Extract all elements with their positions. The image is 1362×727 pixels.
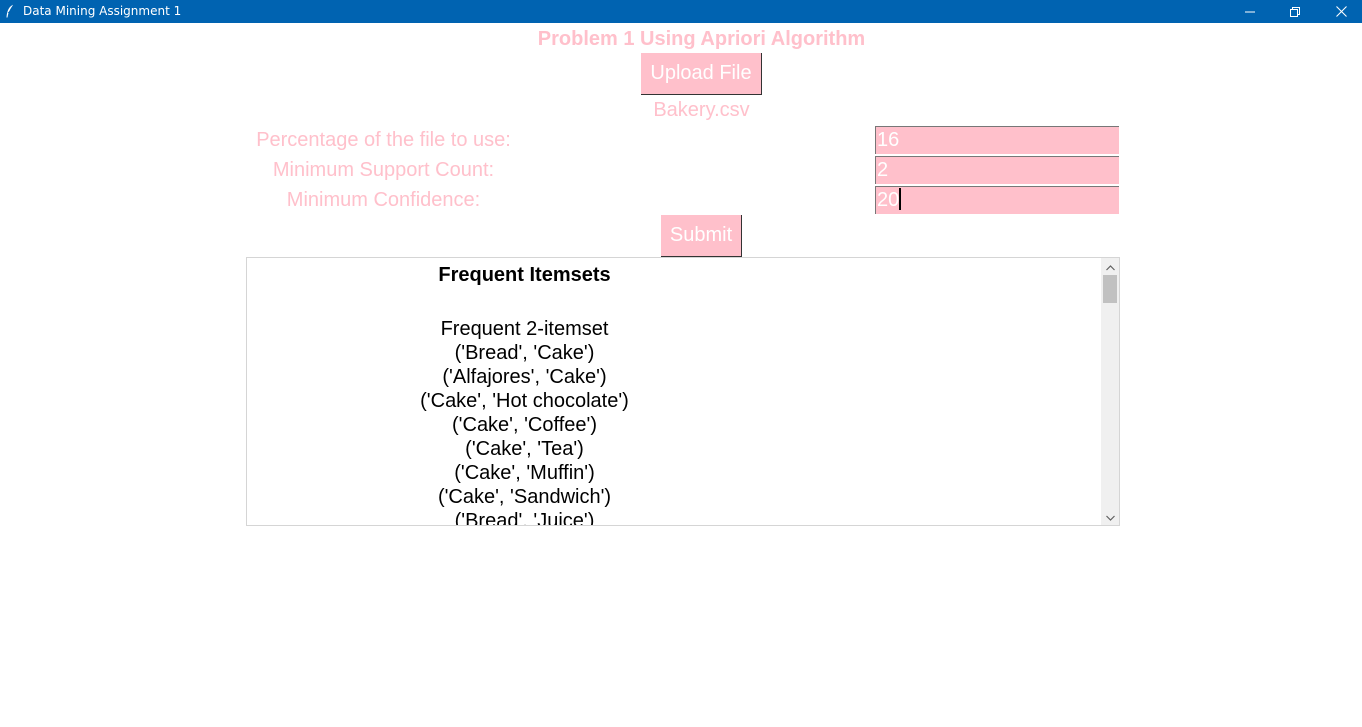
results-heading: Frequent Itemsets <box>438 264 611 286</box>
itemset-line: ('Alfajores', 'Cake') <box>442 366 607 388</box>
upload-file-button[interactable]: Upload File <box>641 53 762 95</box>
scroll-up-button[interactable] <box>1101 258 1119 275</box>
close-button[interactable] <box>1318 0 1362 23</box>
vertical-scrollbar[interactable] <box>1101 258 1119 525</box>
scroll-down-button[interactable] <box>1101 508 1119 525</box>
results-content: Frequent Itemsets Frequent 2-itemset ('B… <box>247 263 802 526</box>
itemset-line: ('Bread', 'Juice') <box>454 510 595 526</box>
file-name-label: Bakery.csv <box>653 99 750 121</box>
itemset-line: ('Cake', 'Hot chocolate') <box>420 390 629 412</box>
min-confidence-input[interactable]: 20 <box>875 186 1119 214</box>
percentage-label: Percentage of the file to use: <box>256 129 511 151</box>
itemset-line: ('Cake', 'Coffee') <box>452 414 597 436</box>
itemset-line: ('Bread', 'Cake') <box>454 342 595 364</box>
itemset-line: ('Cake', 'Muffin') <box>454 462 595 484</box>
min-support-input[interactable]: 2 <box>875 156 1119 184</box>
section-title: Frequent 2-itemset <box>440 318 609 340</box>
min-confidence-label: Minimum Confidence: <box>286 189 481 211</box>
restore-icon <box>1290 6 1300 17</box>
minimize-button[interactable] <box>1227 0 1273 23</box>
itemset-line: ('Cake', 'Sandwich') <box>437 486 612 508</box>
window-title: Data Mining Assignment 1 <box>23 4 182 18</box>
min-support-label: Minimum Support Count: <box>272 159 495 181</box>
close-icon <box>1335 6 1347 17</box>
feather-icon <box>5 4 15 18</box>
scroll-thumb[interactable] <box>1103 275 1117 303</box>
text-caret <box>899 188 902 210</box>
restore-button[interactable] <box>1272 0 1318 23</box>
itemset-line: ('Cake', 'Tea') <box>465 438 584 460</box>
chevron-down-icon <box>1105 508 1115 526</box>
title-bar: Data Mining Assignment 1 <box>0 0 1362 23</box>
page-title: Problem 1 Using Apriori Algorithm <box>537 28 866 50</box>
chevron-up-icon <box>1105 258 1115 276</box>
percentage-input[interactable]: 16 <box>875 126 1119 154</box>
submit-button[interactable]: Submit <box>661 215 742 257</box>
minimize-icon <box>1245 7 1255 17</box>
results-text-area[interactable]: Frequent Itemsets Frequent 2-itemset ('B… <box>246 257 1120 526</box>
